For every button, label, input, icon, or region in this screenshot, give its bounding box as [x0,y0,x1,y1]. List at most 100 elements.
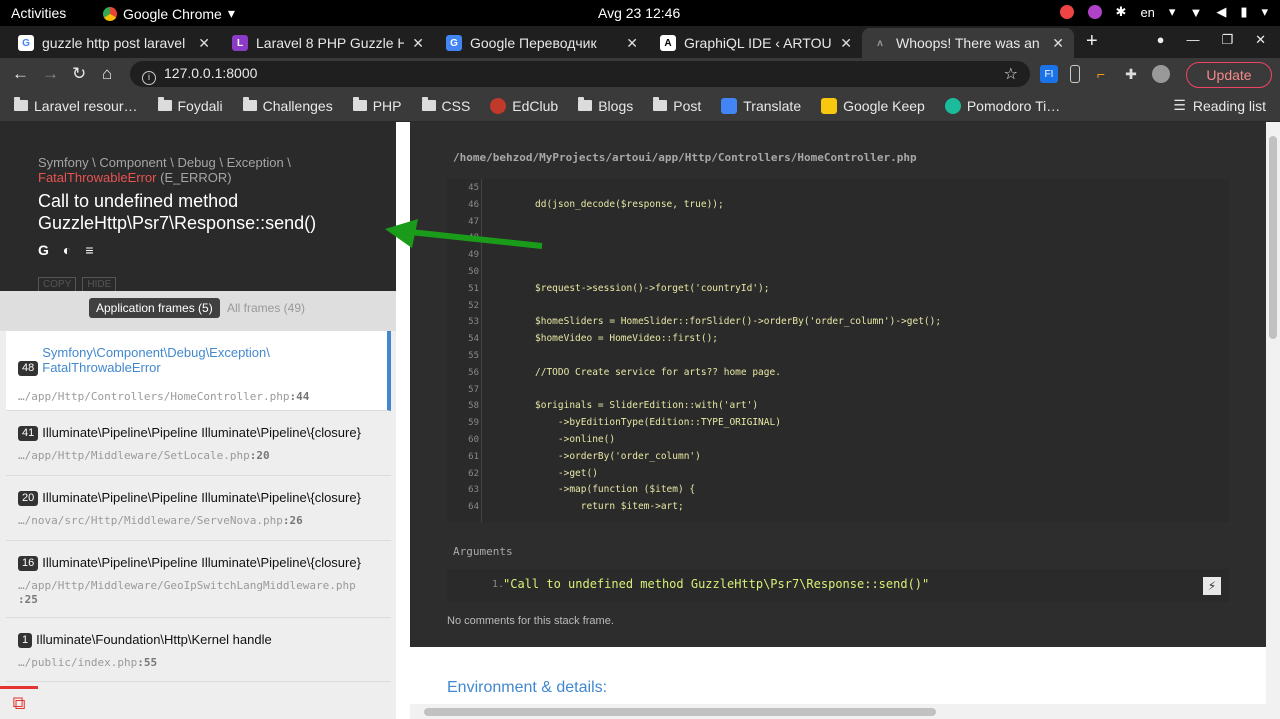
clock[interactable]: Avg 23 12:46 [598,5,680,21]
frame-item[interactable]: 41 Illuminate\Pipeline\Pipeline Illuminat… [6,411,391,476]
no-comments-text: No comments for this stack frame. [447,615,614,627]
file-path[interactable]: /home/behzod/MyProjects/artoui/app/Http/… [453,151,917,164]
frame-class: 41 Illuminate\Pipeline\Pipeline Illuminat… [18,425,379,441]
pomodoro-icon [944,97,961,114]
forward-arrow-icon[interactable]: → [42,64,59,84]
system-tray[interactable]: ✱ en ▾ ▼ ◀ ▮ ▾ [1059,4,1268,20]
bookmark-folder[interactable]: Blogs [578,97,633,114]
language-indicator[interactable]: en [1140,5,1154,20]
bookmark-folder[interactable]: Foydali [157,97,223,114]
bookmark-folder[interactable]: Challenges [242,97,333,114]
line-number: 52 [468,300,479,311]
arguments-label: Arguments [453,545,513,558]
address-bar[interactable]: i 127.0.0.1:8000 ☆ [130,61,1030,87]
tab-title: Laravel 8 PHP Guzzle Ht [256,35,405,51]
code-line: $homeSliders = HomeSlider::forSlider()->… [535,316,942,328]
search-links: G ◐ ≡ [38,242,94,258]
scrollbar-thumb[interactable] [424,708,936,716]
frame-item[interactable]: 20 Illuminate\Pipeline\Pipeline Illuminat… [6,476,391,541]
bookmark-label: EdClub [512,97,559,114]
reading-list-label: Reading list [1192,97,1266,114]
stackoverflow-icon[interactable]: ≡ [85,242,93,258]
reading-list-button[interactable]: ☰ Reading list [1173,97,1266,114]
browser-tab[interactable]: L Laravel 8 PHP Guzzle Ht ✕ [222,28,434,58]
code-view: 45 46 47 48 49 50 51 52 53 54 55 56 57 58 59 60 61 62 63 64… [447,179,1229,522]
activities-button[interactable]: Activities [11,5,66,21]
scrollbar-thumb[interactable] [1269,136,1277,339]
dump-icon[interactable]: ⚡ [1203,577,1221,595]
close-icon[interactable]: ✕ [412,35,424,52]
bookmark-site[interactable]: EdClub [490,97,559,114]
extension-icon[interactable]: FI [1040,65,1058,83]
code-panel: /home/behzod/MyProjects/artoui/app/Http/… [410,122,1266,719]
laravel-logo-icon[interactable]: ⧉ [0,686,38,719]
frame-item[interactable]: 1 Illuminate\Foundation\Http\Kernel handl… [6,618,391,682]
edclub-icon [490,97,507,114]
frame-index: 48 [18,361,39,376]
line-number: 59 [468,418,479,429]
close-icon[interactable]: ✕ [626,35,638,52]
tab-application-frames[interactable]: Application frames (5) [89,298,220,318]
google-icon: G [18,35,34,51]
reload-icon[interactable]: ↻ [72,64,86,84]
stack-panel: Symfony \ Component \ Debug \ Exception … [0,122,396,719]
app-menu-label: Google Chrome [123,5,222,22]
app-menu[interactable]: Google Chrome ▾ [103,5,235,22]
back-arrow-icon[interactable]: ← [12,64,29,84]
bookmark-folder[interactable]: CSS [421,97,470,114]
exception-message: Call to undefined method GuzzleHttp\Psr7… [38,191,317,233]
bookmark-site[interactable]: Translate [721,97,801,114]
star-icon[interactable]: ☆ [1004,64,1018,84]
frame-item[interactable]: 16 Illuminate\Pipeline\Pipeline Illuminat… [6,541,391,618]
frame-line: :20 [249,449,270,462]
media-icon[interactable]: ● [1157,32,1165,48]
tab-title: guzzle http post laravel [42,35,186,51]
line-number: 56 [468,367,479,378]
copy-button[interactable]: COPY [38,277,77,292]
tab-all-frames[interactable]: All frames (49) [227,301,305,315]
phone-icon[interactable] [1070,65,1080,83]
translate-icon: G [446,35,462,51]
bookmark-folder[interactable]: Post [653,97,701,114]
google-icon[interactable]: G [38,242,49,258]
browser-tab-active[interactable]: ʌ Whoops! There was an e ✕ [862,28,1074,58]
browser-tab[interactable]: A GraphiQL IDE ‹ ARTOUI ✕ [650,28,862,58]
volume-icon: ◀ [1216,4,1227,19]
line-number: 47 [468,216,479,227]
close-icon[interactable]: ✕ [198,35,210,52]
browser-tab[interactable]: G Google Переводчик ✕ [436,28,648,58]
close-icon[interactable]: ✕ [840,35,852,52]
browser-tab[interactable]: G guzzle http post laravel ✕ [8,28,220,58]
reading-list-icon: ☰ [1173,97,1186,113]
frame-file-path: …/public/index.php [18,656,138,669]
folder-icon [242,97,257,111]
os-top-bar: Activities Google Chrome ▾ Avg 23 12:46 … [0,0,1280,26]
bookmark-site[interactable]: Google Keep [821,97,925,114]
duckduckgo-icon[interactable]: ◐ [63,242,71,258]
minimize-icon[interactable]: — [1186,32,1199,48]
puzzle-icon[interactable]: ✚ [1122,65,1140,83]
update-button[interactable]: Update [1186,62,1272,88]
info-icon[interactable]: i [142,71,156,85]
new-tab-button[interactable]: + [1086,30,1098,53]
close-icon[interactable]: ✕ [1052,35,1064,52]
frame-class-text: Illuminate\Foundation\Http\Kernel handle [36,632,272,647]
frame-filter-tabs: Application frames (5) All frames (49) [0,291,396,331]
frame-item[interactable]: 48Symfony\Component\Debug\Exception\ Fat… [6,331,391,411]
maximize-icon[interactable]: ❐ [1221,32,1233,48]
code-line: $homeVideo = HomeVideo::first(); [535,333,719,345]
avatar[interactable] [1152,65,1170,83]
frame-line: :25 [18,593,38,606]
folder-icon [421,97,436,111]
bookmark-site[interactable]: Pomodoro Ti… [944,97,1060,114]
extension-icon[interactable]: ⌐ [1092,65,1110,83]
vertical-scrollbar[interactable] [1266,122,1280,719]
frame-index: 16 [18,556,39,571]
hide-button[interactable]: HIDE [82,277,117,292]
horizontal-scrollbar[interactable] [410,704,1266,719]
home-icon[interactable]: ⌂ [102,64,112,84]
bookmark-folder[interactable]: Laravel resour… [14,97,138,114]
close-window-icon[interactable]: ✕ [1255,32,1266,48]
bookmark-folder[interactable]: PHP [352,97,402,114]
frame-file: …/nova/src/Http/Middleware/ServeNova.php… [18,514,379,528]
